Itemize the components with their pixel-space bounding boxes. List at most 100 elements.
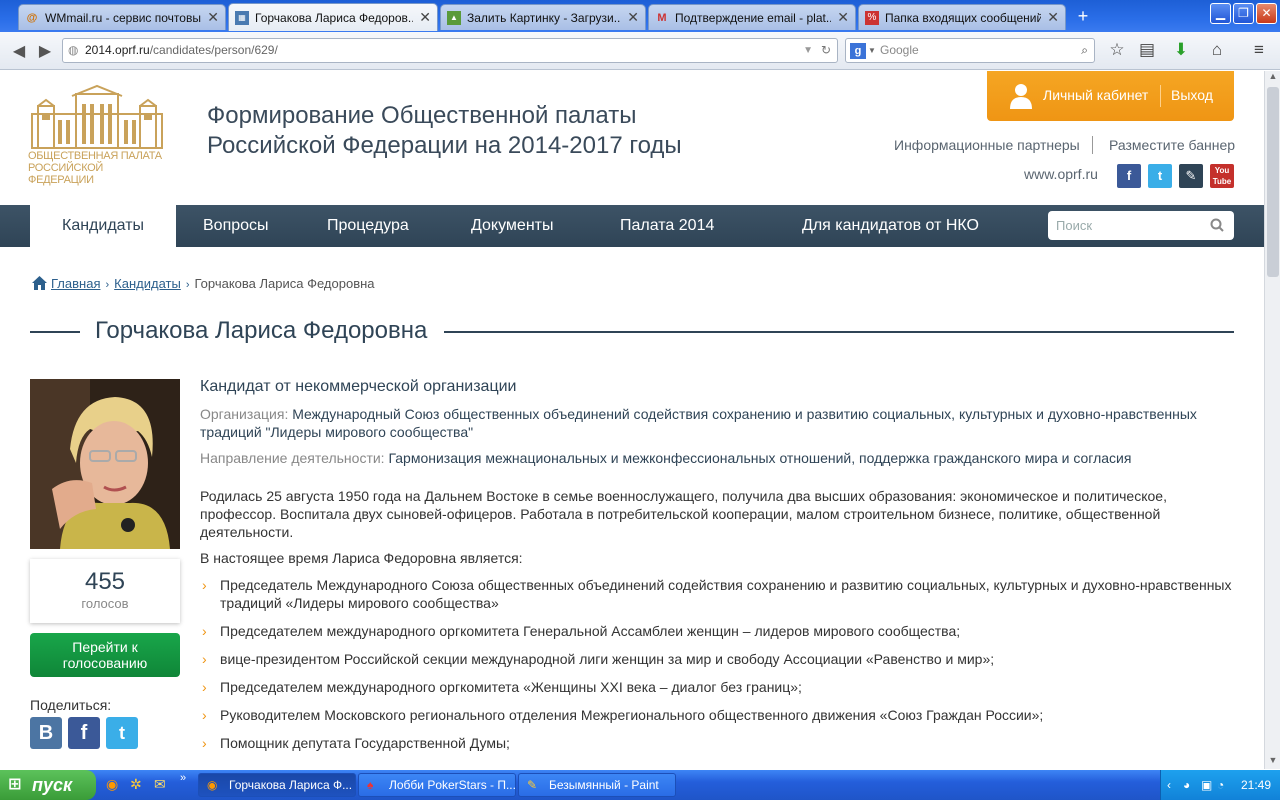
breadcrumb-candidates-link[interactable]: Кандидаты xyxy=(114,276,181,291)
firefox-icon: ◉ xyxy=(207,778,218,792)
votes-count: 455 xyxy=(84,568,126,595)
page-scrollbar[interactable]: ▲ ▼ xyxy=(1264,71,1280,769)
close-tab-icon[interactable]: ✕ xyxy=(1047,9,1059,26)
url-dropdown-icon[interactable]: ▼ xyxy=(803,39,813,62)
chevron-right-icon: › xyxy=(202,577,207,593)
url-bar[interactable]: ◍ 2014.oprf.ru/candidates/person/629/ ▼ … xyxy=(62,38,838,63)
wmmail-favicon-icon: @ xyxy=(26,11,38,24)
twitter-share-icon[interactable]: t xyxy=(106,717,138,749)
close-tab-icon[interactable]: ✕ xyxy=(419,9,431,26)
reload-icon[interactable]: ↻ xyxy=(821,39,831,62)
monitor-tray-icon[interactable]: ▣ xyxy=(1201,770,1212,800)
position-text: Помощник депутата Государственной Думы; xyxy=(220,735,510,751)
site-search-input[interactable]: Поиск xyxy=(1048,211,1234,240)
bookmark-star-icon[interactable]: ☆ xyxy=(1106,40,1128,60)
facebook-icon[interactable]: f xyxy=(1117,164,1141,188)
cabinet-divider xyxy=(1160,85,1161,107)
close-tab-icon[interactable]: ✕ xyxy=(207,9,219,26)
chevron-right-icon: › xyxy=(202,651,207,667)
task-title: Горчакова Лариса Ф... xyxy=(229,778,353,792)
menu-item-candidates[interactable]: Кандидаты xyxy=(30,205,177,247)
scroll-down-icon[interactable]: ▼ xyxy=(1265,755,1280,769)
positions-list: › Председатель Международного Союза общес… xyxy=(200,576,1234,752)
clock[interactable]: 21:49 xyxy=(1241,770,1271,800)
partners-link[interactable]: Информационные партнеры xyxy=(894,137,1080,153)
menu-item-nko-candidates[interactable]: Для кандидатов от НКО xyxy=(802,205,979,247)
browser-tab-image-upload[interactable]: ▲ Залить Картинку - Загрузи... ✕ xyxy=(440,4,646,30)
title-line-left xyxy=(30,331,80,333)
maximize-button[interactable]: ❐ xyxy=(1233,3,1254,24)
bookmarks-list-icon[interactable]: ▤ xyxy=(1136,40,1158,60)
twitter-icon[interactable]: t xyxy=(1148,164,1172,188)
taskbar-item-paint[interactable]: ✎ Безымянный - Paint xyxy=(518,773,676,797)
browser-tab-inbox[interactable]: % Папка входящих сообщений ✕ xyxy=(858,4,1066,30)
scroll-up-icon[interactable]: ▲ xyxy=(1265,71,1280,85)
browser-search-input[interactable]: g ▼ Google ⌕ xyxy=(845,38,1095,63)
menu-item-questions[interactable]: Вопросы xyxy=(203,205,269,247)
search-engine-dropdown-icon[interactable]: ▼ xyxy=(868,39,876,62)
site-logo[interactable]: ОБЩЕСТВЕННАЯ ПАЛАТА РОССИЙСКОЙ ФЕДЕРАЦИИ xyxy=(28,84,166,192)
download-icon[interactable]: ⬇ xyxy=(1170,40,1192,60)
back-icon[interactable]: ◀ xyxy=(8,41,30,61)
chevron-right-icon: › xyxy=(185,279,190,291)
list-item: › Председателем международного оргкомитет… xyxy=(200,622,1234,640)
menu-item-procedure[interactable]: Процедура xyxy=(327,205,409,247)
youtube-icon[interactable]: You Tube xyxy=(1210,164,1234,188)
organization-row: Организация: Международный Союз обществе… xyxy=(200,405,1234,441)
menu-item-chamber-2014[interactable]: Палата 2014 xyxy=(620,205,714,247)
home-icon[interactable] xyxy=(32,276,47,290)
vkontakte-share-icon[interactable]: B xyxy=(30,717,62,749)
livejournal-icon[interactable]: ✎ xyxy=(1179,164,1203,188)
banner-link[interactable]: Разместите баннер xyxy=(1109,137,1235,153)
butterfly-quicklaunch-icon[interactable]: ✲ xyxy=(130,776,142,793)
position-text: Председателем международного оргкомитета… xyxy=(220,623,961,639)
taskbar-item-pokerstars[interactable]: ♠ Лобби PokerStars - П... xyxy=(358,773,516,797)
logout-link[interactable]: Выход xyxy=(1171,87,1213,103)
organization-value: Международный Союз общественных объедине… xyxy=(200,406,1197,440)
search-icon[interactable]: ⌕ xyxy=(1081,39,1088,62)
mail-quicklaunch-icon[interactable]: ✉ xyxy=(154,776,166,793)
gmail-favicon-icon: M xyxy=(657,11,667,24)
browser-tab-gmail[interactable]: M Подтверждение email - plat... ✕ xyxy=(648,4,856,30)
candidate-photo xyxy=(30,379,180,549)
website-link[interactable]: www.oprf.ru xyxy=(1024,166,1098,182)
taskbar-item-firefox[interactable]: ◉ Горчакова Лариса Ф... xyxy=(198,773,356,797)
minimize-button[interactable]: ▁ xyxy=(1210,3,1231,24)
volume-tray-icon[interactable]: ◔ xyxy=(1217,770,1224,800)
system-tray: ‹ ◕ ▣ ◔ 21:49 xyxy=(1160,770,1280,800)
new-tab-button[interactable]: + xyxy=(1072,6,1094,26)
logo-text: ОБЩЕСТВЕННАЯ ПАЛАТА РОССИЙСКОЙ ФЕДЕРАЦИИ xyxy=(28,150,162,186)
forward-icon[interactable]: ▶ xyxy=(34,41,56,61)
close-window-button[interactable]: ✕ xyxy=(1256,3,1277,24)
browser-tab-bar: @ WMmail.ru - сервис почтовы... ✕ ▦ Горч… xyxy=(0,0,1280,32)
search-icon[interactable] xyxy=(1210,218,1224,232)
task-title: Безымянный - Paint xyxy=(549,778,659,792)
chevron-right-icon: › xyxy=(202,707,207,723)
position-text: Председатель Международного Союза общест… xyxy=(220,577,1232,611)
home-icon[interactable]: ⌂ xyxy=(1206,40,1228,60)
browser-tab-wmmail[interactable]: @ WMmail.ru - сервис почтовы... ✕ xyxy=(18,4,226,30)
close-tab-icon[interactable]: ✕ xyxy=(837,9,849,26)
start-button[interactable]: ⊞ пуск xyxy=(0,770,96,800)
tab-title: WMmail.ru - сервис почтовы... xyxy=(45,10,202,25)
scrollbar-thumb[interactable] xyxy=(1267,87,1279,277)
menu-icon[interactable]: ≡ xyxy=(1248,40,1270,60)
breadcrumb-home-link[interactable]: Главная xyxy=(51,276,100,291)
globe-icon: ◍ xyxy=(68,43,79,57)
close-tab-icon[interactable]: ✕ xyxy=(627,9,639,26)
page-title: Горчакова Лариса Федоровна xyxy=(95,317,428,344)
google-icon[interactable]: g xyxy=(850,43,866,59)
menu-item-documents[interactable]: Документы xyxy=(471,205,553,247)
url-path: /candidates/person/629/ xyxy=(149,43,278,57)
personal-cabinet-link[interactable]: Личный кабинет xyxy=(1043,87,1148,103)
firefox-quicklaunch-icon[interactable]: ◉ xyxy=(106,776,118,793)
go-to-vote-button[interactable]: Перейти к голосованию xyxy=(30,633,180,677)
browser-tab-gorchakova[interactable]: ▦ Горчакова Лариса Федоров... ✕ xyxy=(228,3,438,31)
network-tray-icon[interactable]: ◕ xyxy=(1183,770,1190,800)
quicklaunch-expand-icon[interactable]: » xyxy=(180,772,186,784)
tray-expand-icon[interactable]: ‹ xyxy=(1167,770,1171,800)
organization-label: Организация: xyxy=(200,406,289,422)
position-text: вице-президентом Российской секции между… xyxy=(220,651,995,667)
facebook-share-icon[interactable]: f xyxy=(68,717,100,749)
tab-title: Папка входящих сообщений xyxy=(885,10,1042,25)
